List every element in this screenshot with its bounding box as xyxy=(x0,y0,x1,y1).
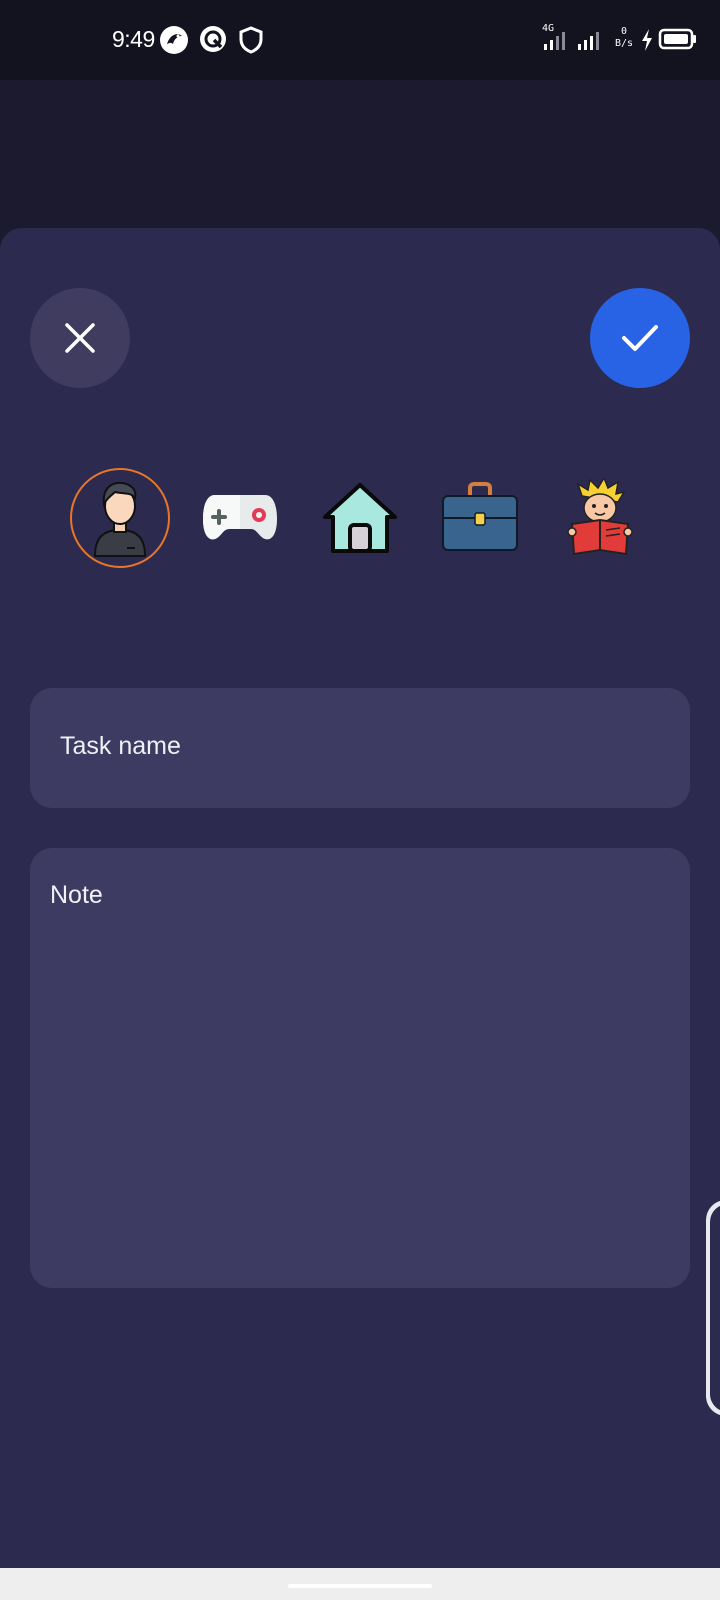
category-study[interactable] xyxy=(550,468,650,568)
house-icon xyxy=(323,483,397,553)
note-placeholder: Note xyxy=(50,881,103,909)
briefcase-icon xyxy=(442,482,518,551)
network-speed: 0 B/s xyxy=(612,26,636,50)
category-picker xyxy=(70,468,650,568)
bird-app-icon xyxy=(158,24,190,60)
note-field[interactable]: Note xyxy=(30,848,690,1288)
add-task-sheet: Task name Note xyxy=(0,228,720,1568)
speed-value: 0 xyxy=(620,26,628,37)
battery-icon xyxy=(658,28,698,54)
task-name-placeholder: Task name xyxy=(60,732,181,760)
gamepad-icon xyxy=(203,495,277,540)
person-avatar-icon xyxy=(93,481,147,557)
category-work[interactable] xyxy=(430,468,530,568)
signal-icon xyxy=(578,30,606,56)
shield-icon xyxy=(238,26,264,58)
signal-4g-icon xyxy=(544,30,572,56)
confirm-button[interactable] xyxy=(590,288,690,388)
navigation-bar xyxy=(0,1568,720,1600)
task-name-field[interactable]: Task name xyxy=(30,688,690,808)
close-icon xyxy=(65,323,95,353)
reading-kid-icon xyxy=(567,478,633,556)
category-person[interactable] xyxy=(70,468,170,568)
q-app-icon xyxy=(198,24,228,58)
category-home[interactable] xyxy=(310,468,410,568)
edge-panel-handle-inner xyxy=(710,1204,720,1412)
close-button[interactable] xyxy=(30,288,130,388)
charging-icon xyxy=(640,28,654,56)
speed-unit: B/s xyxy=(614,38,634,49)
status-time: 9:49 xyxy=(112,26,155,52)
category-game[interactable] xyxy=(190,468,290,568)
home-gesture-pill[interactable] xyxy=(288,1584,432,1588)
check-icon xyxy=(622,325,658,351)
status-bar: 9:49 4G 0 B/s xyxy=(0,0,720,80)
